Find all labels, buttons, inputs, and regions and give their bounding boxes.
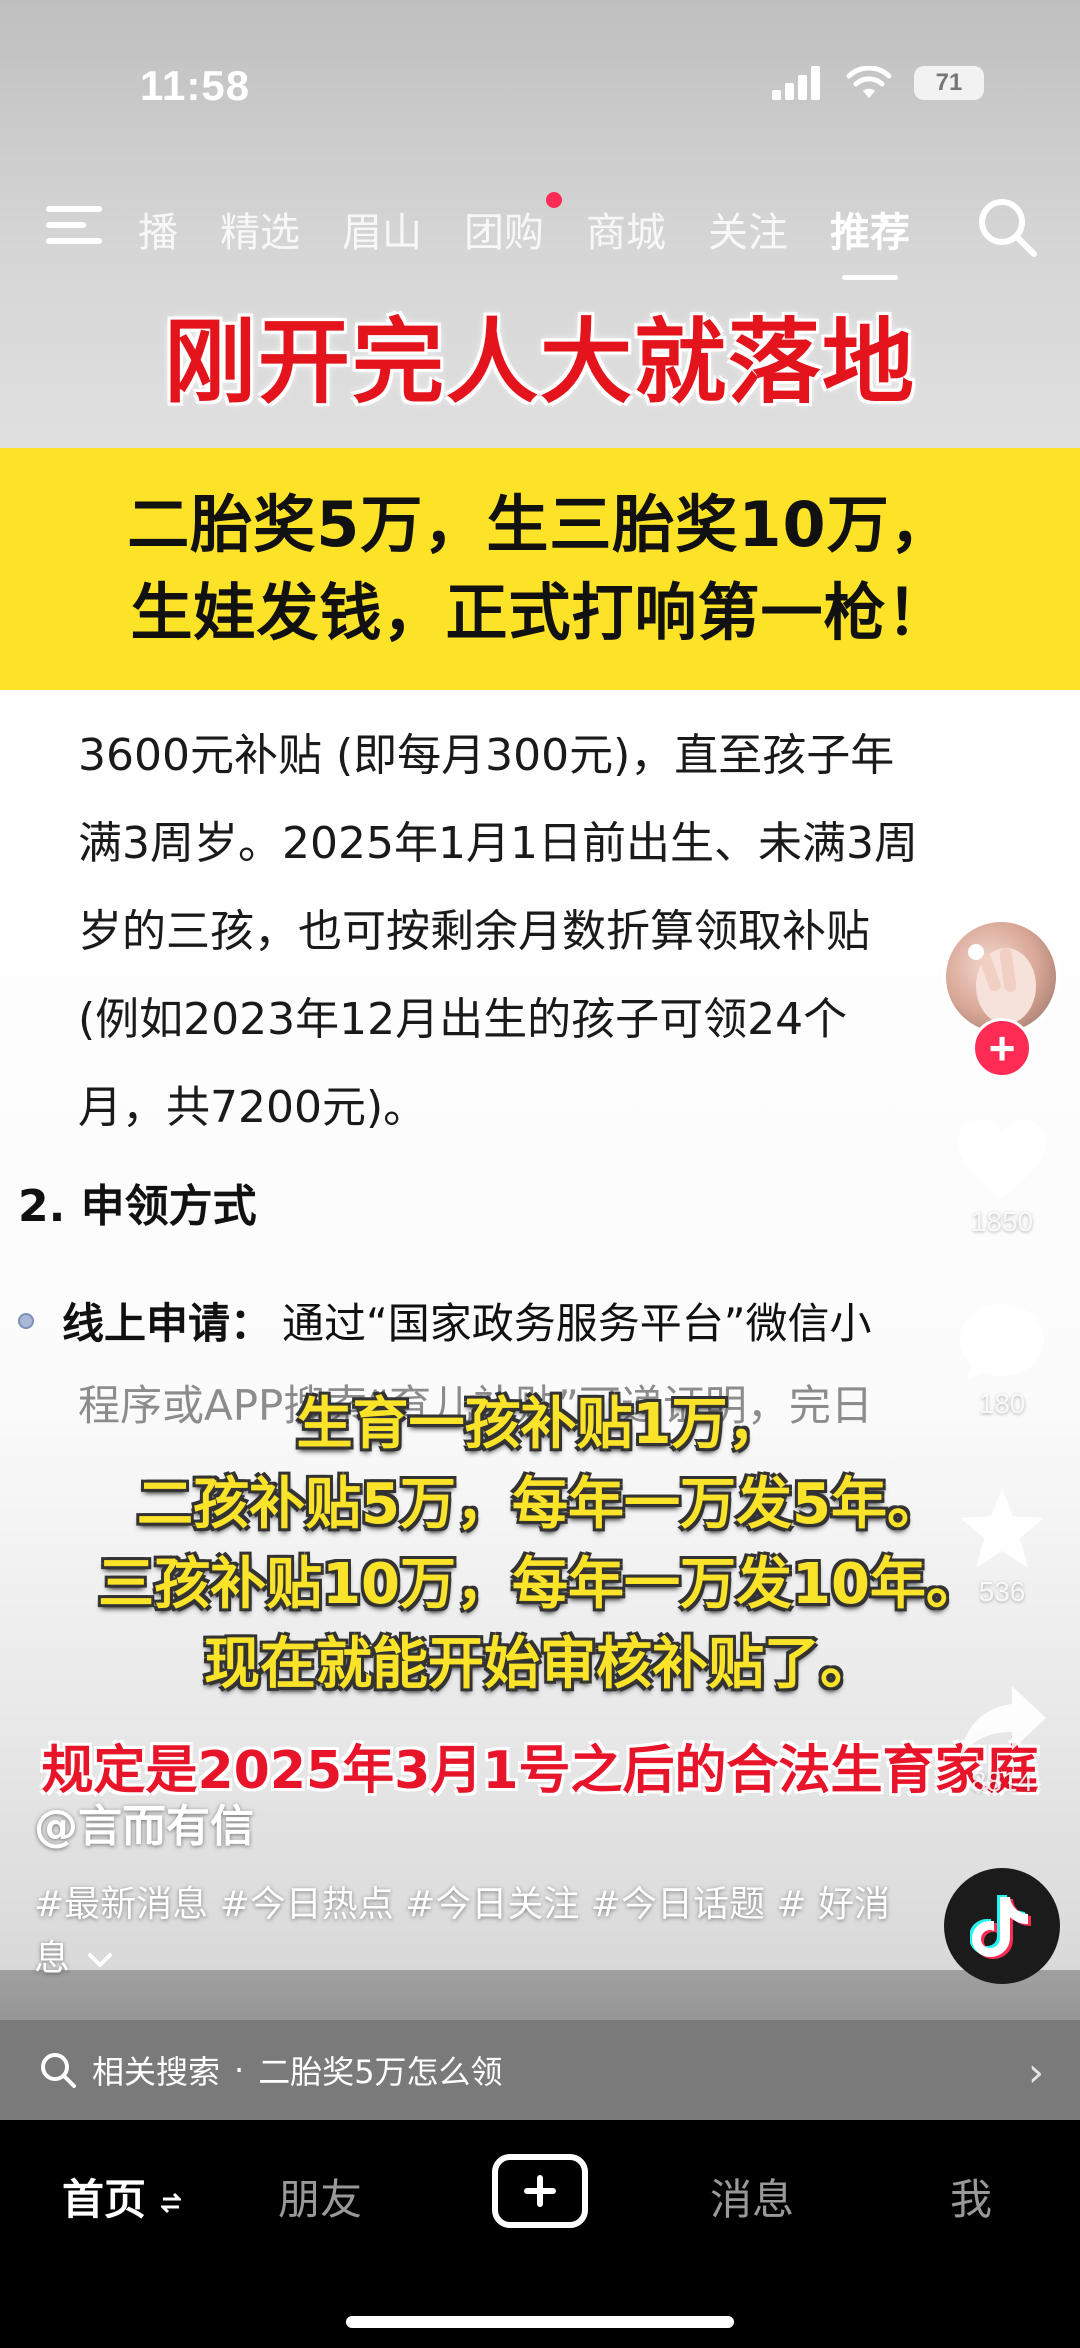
follow-button[interactable]: + <box>972 1018 1032 1078</box>
music-disc[interactable] <box>944 1868 1060 1984</box>
comment-icon <box>960 1304 1044 1380</box>
star-icon <box>960 1488 1044 1568</box>
comment-count: 180 <box>978 1388 1026 1419</box>
tab-recommended[interactable]: 推荐 <box>830 200 910 280</box>
status-time: 11:58 <box>140 62 251 109</box>
wifi-icon <box>846 66 892 98</box>
tab-me[interactable]: 我 <box>950 2166 992 2227</box>
share-icon <box>960 1686 1046 1758</box>
bullet-text: 通过“国家政务服务平台”微信小 <box>282 1299 872 1348</box>
chevron-right-icon: › <box>1028 2050 1044 2096</box>
tab-group-buy[interactable]: 团购 <box>464 192 562 258</box>
tab-home[interactable]: 首页 <box>62 2166 183 2227</box>
douyin-logo-icon <box>970 1895 1031 1959</box>
subtitle-line: 三孩补贴10万，每年一万发10年。 <box>98 1552 982 1617</box>
hashtags-text: #最新消息 #今日热点 #今日关注 #今日话题 # 好消息 <box>34 1884 891 1979</box>
bullet-label: 线上申请： <box>62 1299 273 1348</box>
subtitle-line: 现在就能开始审核补贴了。 <box>204 1632 876 1697</box>
menu-icon[interactable] <box>46 202 102 248</box>
banner-line-2: 生娃发钱，正式打响第一枪！ <box>130 576 950 649</box>
banner-line-1: 二胎奖5万，生三胎奖10万， <box>127 488 953 561</box>
home-indicator <box>346 2316 734 2328</box>
favorite-count: 536 <box>978 1576 1026 1607</box>
tab-live[interactable]: 播 <box>138 200 178 258</box>
favorite-action[interactable]: 536 <box>940 1484 1064 1608</box>
search-icon <box>41 2053 76 2088</box>
related-search-separator: · <box>234 2051 245 2089</box>
comment-action[interactable]: 180 <box>940 1300 1064 1420</box>
subtitle-line: 生育一孩补贴1万， <box>296 1392 784 1457</box>
bullet-dot-icon <box>18 1312 34 1329</box>
subtitle-line: 二孩补贴5万，每年一万发5年。 <box>137 1472 943 1537</box>
swap-icon <box>159 2192 183 2213</box>
tab-local[interactable]: 眉山 <box>342 200 422 258</box>
tab-messages[interactable]: 消息 <box>710 2166 794 2227</box>
top-tabs: 播 精选 眉山 团购 商城 关注 推荐 <box>138 192 952 280</box>
video-banner: 二胎奖5万，生三胎奖10万， 生娃发钱，正式打响第一枪！ <box>0 448 1080 690</box>
author-name[interactable]: @言而有信 <box>34 1790 254 1854</box>
tab-following[interactable]: 关注 <box>708 200 788 258</box>
video-headline: 刚开完人大就落地 <box>163 309 916 416</box>
document-text: 3600元补贴 (即每月300元)，直至孩子年 满3周岁。2025年1月1日前出… <box>78 712 1028 1152</box>
notification-dot <box>546 192 562 208</box>
tab-mall[interactable]: 商城 <box>586 200 666 258</box>
search-icon[interactable] <box>974 194 1040 260</box>
share-action[interactable]: 8814 <box>940 1682 1064 1798</box>
plus-icon <box>524 2175 556 2207</box>
doc-section-title: 2. 申领方式 <box>18 1181 257 1232</box>
bottom-tab-bar: 首页 朋友 消息 我 <box>0 2120 1080 2348</box>
create-button[interactable] <box>492 2154 588 2228</box>
status-icons: 71 <box>772 66 984 100</box>
doc-bullet: 线上申请： 通过“国家政务服务平台”微信小 <box>18 1290 872 1351</box>
signal-icon <box>772 66 820 100</box>
chevron-down-icon[interactable] <box>87 1951 113 1969</box>
doc-line: (例如2023年12月出生的孩子可领24个 <box>78 994 848 1045</box>
video-subtitles: 生育一孩补贴1万， 二孩补贴5万，每年一万发5年。 三孩补贴10万，每年一万发1… <box>0 1385 1080 1705</box>
tab-featured[interactable]: 精选 <box>220 200 300 258</box>
related-search-label: 相关搜索 <box>92 2053 221 2091</box>
like-count: 1850 <box>970 1206 1034 1237</box>
doc-line: 岁的三孩，也可按剩余月数折算领取补贴 <box>78 906 870 957</box>
tab-friends[interactable]: 朋友 <box>278 2166 362 2227</box>
hashtags[interactable]: #最新消息 #今日热点 #今日关注 #今日话题 # 好消息 <box>34 1878 894 1986</box>
avatar-image <box>968 944 1036 1024</box>
battery-icon: 71 <box>914 66 984 100</box>
like-action[interactable]: 1850 <box>940 1118 1064 1238</box>
tab-home-label: 首页 <box>62 2175 147 2224</box>
doc-line: 月，共7200元)。 <box>78 1082 428 1133</box>
related-search-bar[interactable]: 相关搜索 · 二胎奖5万怎么领 › <box>0 2020 1080 2120</box>
doc-line: 3600元补贴 (即每月300元)，直至孩子年 <box>78 730 895 781</box>
tab-group-buy-label: 团购 <box>464 210 544 256</box>
doc-line: 满3周岁。2025年1月1日前出生、未满3周 <box>78 818 918 869</box>
share-count: 8814 <box>970 1766 1034 1797</box>
heart-icon <box>958 1120 1046 1198</box>
related-search-query: 二胎奖5万怎么领 <box>258 2053 503 2091</box>
top-nav: 播 精选 眉山 团购 商城 关注 推荐 <box>0 190 1080 280</box>
